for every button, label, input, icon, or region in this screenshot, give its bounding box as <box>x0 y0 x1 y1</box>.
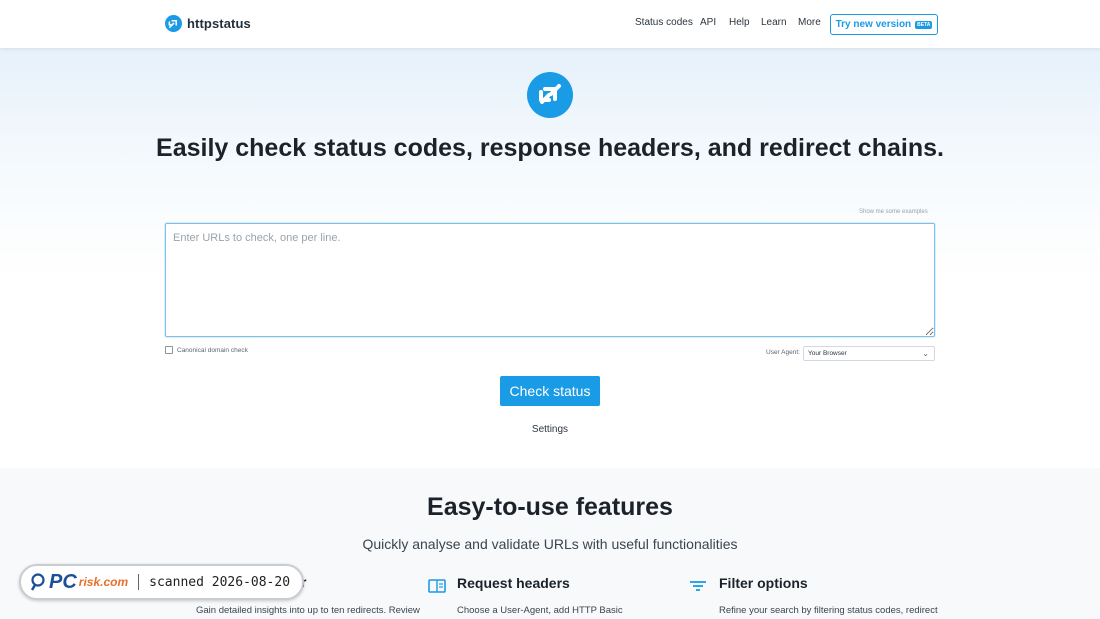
try-new-version-button[interactable]: Try new version BETA <box>830 14 938 35</box>
headline-response-headers: response headers <box>479 134 694 162</box>
headline-redirect-chains: redirect chains <box>759 134 937 162</box>
canonical-checkbox[interactable] <box>165 346 173 354</box>
brand-logo-link[interactable]: httpstatus <box>165 15 251 32</box>
features-title: Easy-to-use features <box>427 493 673 521</box>
user-agent-select[interactable]: Your Browser ⌄ <box>803 346 935 361</box>
pcrisk-logo-risk: risk.com <box>78 575 129 589</box>
nav-status-codes[interactable]: Status codes <box>635 17 693 28</box>
pcrisk-watermark: PC risk.com scanned 2026-08-20 <box>19 564 304 600</box>
show-examples-link[interactable]: Show me some examples <box>859 209 928 215</box>
hero-redirect-icon <box>527 72 573 118</box>
feature-redirect-desc: Gain detailed insights into up to ten re… <box>196 605 420 616</box>
headline-text-2: , <box>465 134 480 162</box>
settings-link-label[interactable]: Settings <box>532 424 568 435</box>
canonical-label: Canonical domain check <box>177 346 248 354</box>
hero-headline: Easily check status codes, response head… <box>0 134 1100 163</box>
magnifier-icon <box>31 573 45 591</box>
feature-request-headers-desc: Choose a User-Agent, add HTTP Basic <box>457 605 623 616</box>
brand-name: httpstatus <box>187 16 251 31</box>
httpstatus-logo-icon <box>165 15 182 32</box>
pcrisk-logo-pc: PC <box>49 570 77 593</box>
check-status-button[interactable]: Check status <box>500 376 600 406</box>
beta-badge: BETA <box>915 20 933 29</box>
feature-filter-options-title: Filter options <box>719 575 808 591</box>
nav-help[interactable]: Help <box>729 17 750 28</box>
try-new-version-label: Try new version <box>835 19 912 30</box>
filter-icon <box>689 578 707 594</box>
nav-more[interactable]: More <box>798 17 821 28</box>
nav-learn[interactable]: Learn <box>761 17 787 28</box>
settings-link: Settings <box>0 424 1100 435</box>
watermark-scan-date: scanned 2026-08-20 <box>149 574 291 590</box>
headline-status-codes: status codes <box>313 134 466 162</box>
watermark-divider <box>138 574 140 590</box>
nav-api[interactable]: API <box>700 17 716 28</box>
headline-text-1: Easily check <box>156 134 314 162</box>
chevron-down-icon: ⌄ <box>922 349 929 358</box>
user-agent-label: User Agent: <box>766 349 800 356</box>
feature-filter-options-desc: Refine your search by filtering status c… <box>719 605 938 616</box>
user-agent-value: Your Browser <box>808 350 847 357</box>
canonical-domain-check[interactable]: Canonical domain check <box>165 346 248 354</box>
book-icon <box>428 578 446 594</box>
feature-request-headers-title: Request headers <box>457 575 570 591</box>
url-input[interactable] <box>165 223 935 337</box>
top-navigation-bar: httpstatus Status codes API Help Learn M… <box>0 0 1100 48</box>
features-subtitle: Quickly analyse and validate URLs with u… <box>362 536 738 552</box>
pcrisk-logo: PC risk.com <box>31 571 128 594</box>
headline-text-4: . <box>937 134 944 162</box>
headline-text-3: , and <box>693 134 760 162</box>
